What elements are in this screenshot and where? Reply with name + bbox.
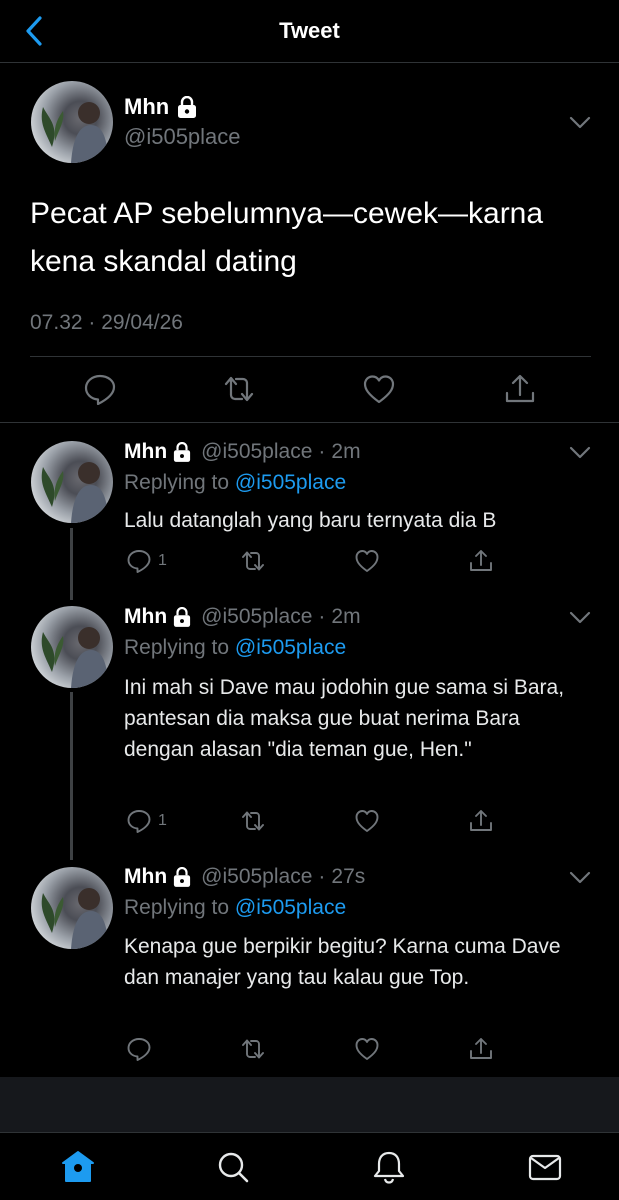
reply-time: 2m [331, 440, 361, 463]
feed-end-spacer [0, 1077, 619, 1132]
reply-author-handle: @i505place [201, 605, 313, 628]
dot-separator: · [318, 440, 326, 463]
mention-link[interactable]: @i505place [235, 471, 346, 494]
author-name-text: Mhn [124, 94, 170, 119]
divider [0, 422, 619, 423]
reply-count: 1 [158, 552, 167, 569]
dot-separator: · [318, 865, 326, 888]
heart-icon[interactable] [362, 373, 396, 405]
chevron-down-icon[interactable] [569, 116, 591, 130]
avatar[interactable] [31, 81, 113, 163]
author-handle[interactable]: @i505place [124, 124, 241, 150]
reply-author-handle: @i505place [201, 865, 313, 888]
share-button[interactable] [468, 548, 494, 574]
reply-author-name: Mhn [124, 865, 168, 888]
replying-to: Replying to @i505place [124, 896, 346, 920]
heart-icon [355, 550, 379, 572]
share-button[interactable] [468, 1036, 494, 1062]
thread-line [70, 528, 73, 600]
share-icon [470, 550, 492, 571]
reply-text: Lalu datanglah yang baru ternyata dia B [124, 509, 497, 532]
heart-icon [355, 1038, 379, 1060]
page-title: Tweet [279, 18, 340, 43]
divider [30, 356, 591, 357]
reply-text: Ini mah si Dave mau jodohin gue sama si … [124, 676, 565, 761]
chevron-down-icon[interactable] [569, 611, 591, 625]
chevron-down-icon[interactable] [569, 871, 591, 885]
tweet-text: Pecat AP sebelumnya—cewek—karna kena ska… [30, 197, 544, 278]
share-icon[interactable] [503, 373, 537, 405]
home-icon[interactable] [60, 1149, 96, 1185]
reply-time: 27s [331, 865, 366, 888]
tweet-timestamp[interactable]: 07.32 · 29/04/26 [30, 311, 183, 335]
reply-button[interactable]: 1 [126, 808, 167, 834]
retweet-button[interactable] [240, 808, 266, 834]
reply-button[interactable]: 1 [126, 548, 167, 574]
replying-label: Replying to [124, 471, 230, 494]
like-button[interactable] [354, 1036, 380, 1062]
retweet-icon [242, 811, 264, 831]
reply-icon [127, 1038, 151, 1061]
like-button[interactable] [354, 548, 380, 574]
chevron-down-icon[interactable] [569, 446, 591, 460]
heart-icon [355, 810, 379, 832]
retweet-icon [242, 551, 264, 571]
mention-link[interactable]: @i505place [235, 636, 346, 659]
mention-link[interactable]: @i505place [235, 896, 346, 919]
avatar[interactable] [31, 441, 113, 523]
lock-icon [174, 607, 191, 627]
retweet-icon[interactable] [222, 373, 256, 405]
avatar[interactable] [31, 606, 113, 688]
reply-header[interactable]: Mhn @i505place · 27s [124, 865, 365, 889]
replying-label: Replying to [124, 636, 230, 659]
share-icon [470, 810, 492, 831]
reply-time: 2m [331, 605, 361, 628]
author-name[interactable]: Mhn [124, 94, 197, 120]
reply-header[interactable]: Mhn @i505place · 2m [124, 440, 361, 464]
messages-icon[interactable] [527, 1149, 563, 1185]
reply-header[interactable]: Mhn @i505place · 2m [124, 605, 361, 629]
replying-label: Replying to [124, 896, 230, 919]
person-graphic [71, 627, 109, 688]
share-button[interactable] [468, 808, 494, 834]
plant-graphic [41, 632, 64, 672]
plant-graphic [41, 107, 64, 147]
replying-to: Replying to @i505place [124, 636, 346, 660]
lock-icon [178, 96, 197, 118]
reply-icon [127, 810, 151, 833]
avatar[interactable] [31, 867, 113, 949]
bottom-tab-bar [0, 1132, 619, 1200]
reply-author-handle: @i505place [201, 440, 313, 463]
replying-to: Replying to @i505place [124, 471, 346, 495]
retweet-button[interactable] [240, 548, 266, 574]
reply-author-name: Mhn [124, 440, 168, 463]
like-button[interactable] [354, 808, 380, 834]
reply-text: Kenapa gue berpikir begitu? Karna cuma D… [124, 935, 561, 989]
search-icon[interactable] [215, 1149, 251, 1185]
lock-icon [174, 867, 191, 887]
retweet-button[interactable] [240, 1036, 266, 1062]
thread-line [70, 692, 73, 860]
person-graphic [71, 462, 109, 523]
reply-icon[interactable] [83, 373, 117, 405]
reply-count: 1 [158, 812, 167, 829]
dot-separator: · [318, 605, 326, 628]
reply-author-name: Mhn [124, 605, 168, 628]
share-icon [470, 1038, 492, 1059]
top-bar: Tweet [0, 0, 619, 63]
person-graphic [71, 888, 109, 949]
retweet-icon [242, 1039, 264, 1059]
person-graphic [71, 102, 109, 163]
plant-graphic [41, 893, 64, 933]
notifications-icon[interactable] [371, 1149, 407, 1185]
reply-icon [127, 550, 151, 573]
plant-graphic [41, 467, 64, 507]
reply-button[interactable] [126, 1036, 158, 1062]
lock-icon [174, 442, 191, 462]
